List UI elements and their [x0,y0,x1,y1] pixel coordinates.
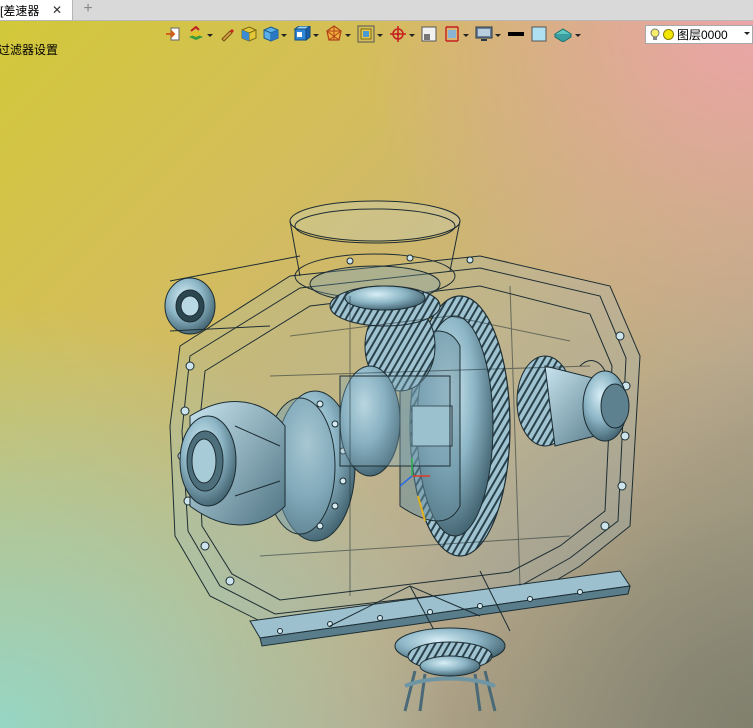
display-monitor-icon [475,26,493,41]
material-icon [554,28,572,42]
line-color-icon [508,32,524,36]
layer-dropdown[interactable]: 图层0000 [645,25,753,44]
view-toolbar [165,23,587,45]
differential-model[interactable] [150,176,650,716]
3d-viewport[interactable]: 过滤器设置. [0,21,753,728]
measure-icon [445,26,459,42]
view-cube-button[interactable] [293,24,319,44]
chevron-down-icon [313,33,319,37]
material-button[interactable] [553,24,581,44]
shaded-cube-button[interactable] [263,24,287,44]
layer-color-icon [663,29,674,40]
crosshair-icon [390,26,406,42]
chevron-down-icon [281,33,287,37]
wireframe-button[interactable] [325,24,351,44]
pen-button[interactable] [219,24,235,44]
chevron-down-icon [495,33,501,37]
layers-stack-button[interactable] [187,24,213,44]
blue-cube-icon [263,26,279,42]
fit-view-icon [357,25,375,43]
close-icon[interactable]: ✕ [52,3,62,17]
lightbulb-icon [650,28,660,40]
line-color-button[interactable] [507,24,525,44]
section-box-icon [421,26,437,42]
tab-bar: 差速器] ✕ + [0,0,753,21]
import-button[interactable] [165,24,181,44]
top-flange [289,200,461,242]
measure-button[interactable] [443,24,469,44]
chevron-down-icon [207,33,213,37]
section-box-button[interactable] [421,24,437,44]
fill-color-button[interactable] [531,24,547,44]
pen-icon [221,29,234,42]
layer-name: 图层0000 [677,28,728,42]
chevron-down-icon [345,33,351,37]
status-message: 过滤器设置. [0,43,58,57]
new-tab-button[interactable]: + [80,1,96,17]
display-button[interactable] [475,24,501,44]
solid-cube-button[interactable] [241,24,257,44]
chevron-down-icon [575,33,581,37]
document-tab-title: 差速器] [0,3,40,18]
import-icon [166,27,180,41]
chevron-down-icon [744,32,750,35]
view-cube-icon [293,26,311,41]
origin-button[interactable] [389,24,415,44]
fill-color-icon [531,26,547,42]
document-tab[interactable]: 差速器] ✕ [0,0,73,20]
wireframe-sphere-icon [326,25,342,41]
fit-view-button[interactable] [357,24,383,44]
chevron-down-icon [377,33,383,37]
chevron-down-icon [463,33,469,37]
layers-stack-icon [189,26,203,40]
yellow-cube-icon [241,26,257,42]
chevron-down-icon [409,33,415,37]
bottom-yoke [394,627,506,712]
